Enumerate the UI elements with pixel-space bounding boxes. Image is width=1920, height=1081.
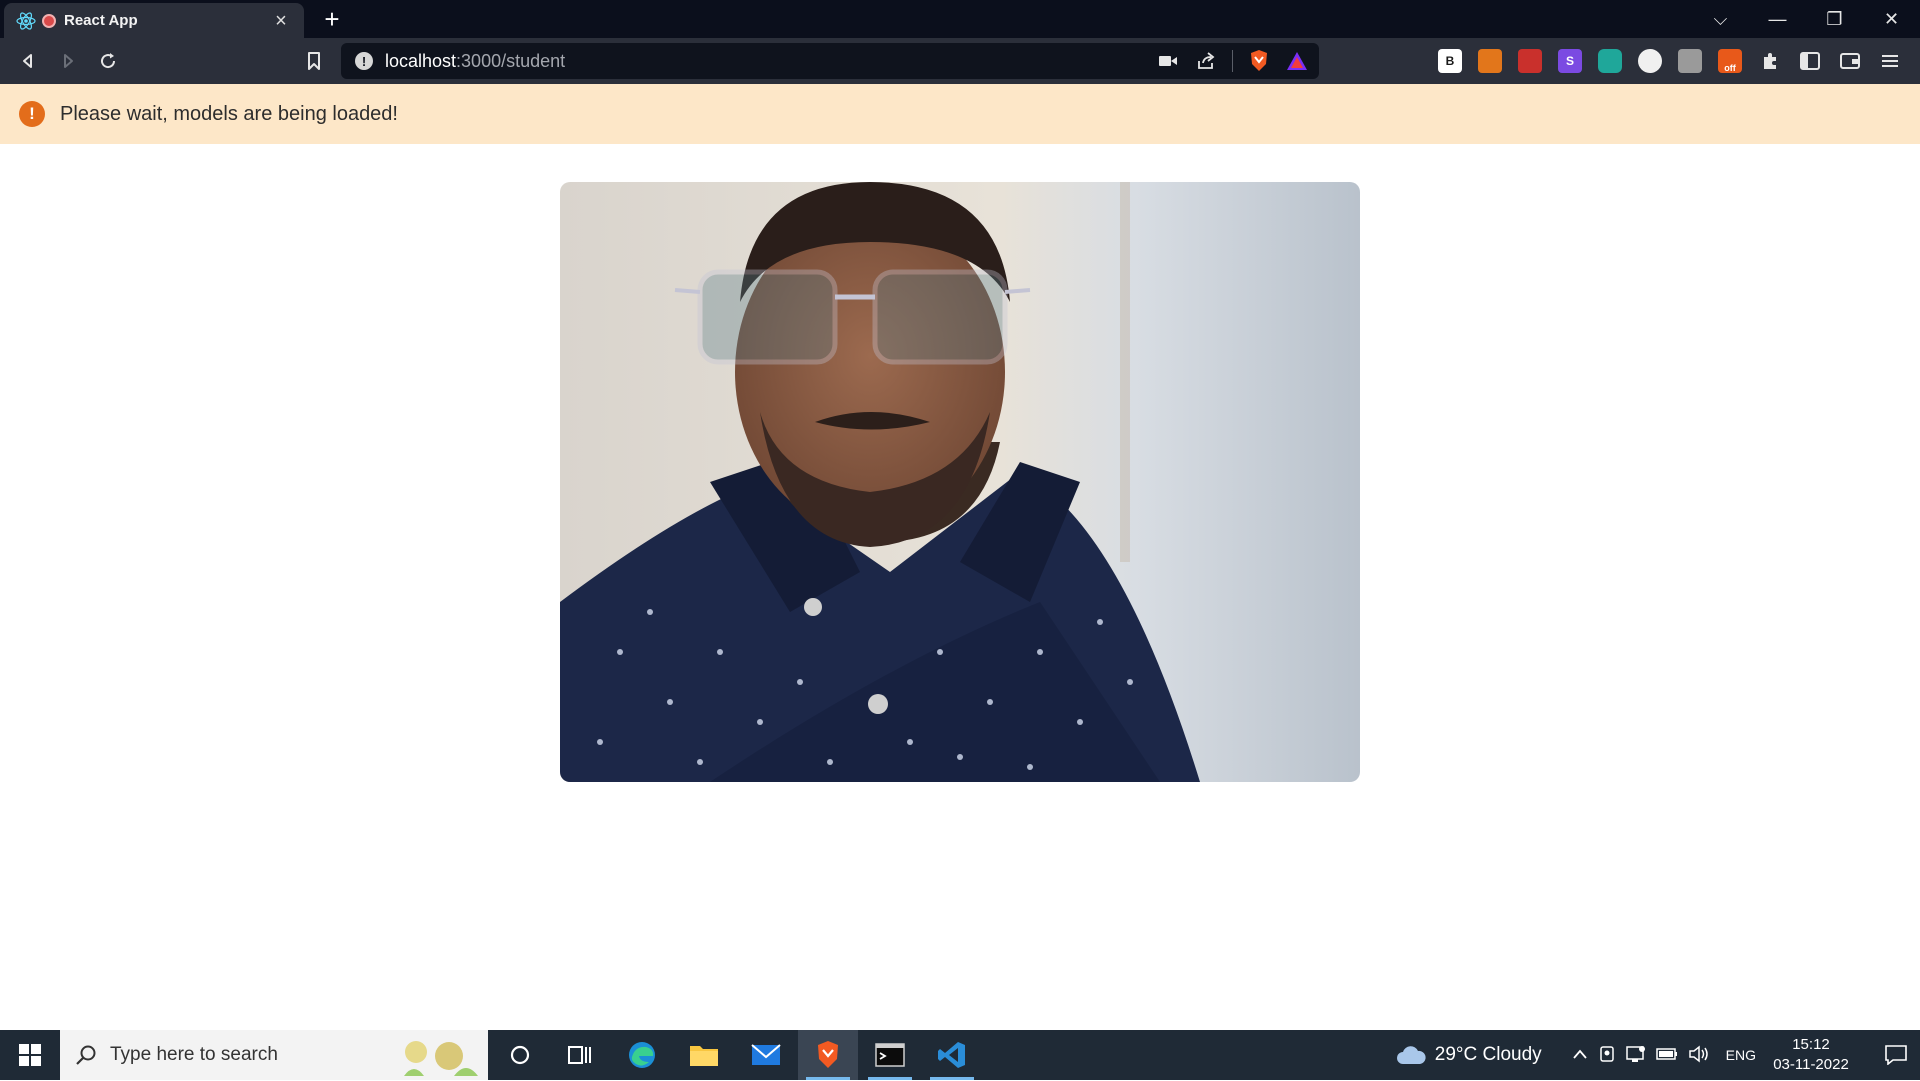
cloud-icon	[1396, 1046, 1426, 1064]
network-icon[interactable]	[1625, 1045, 1646, 1066]
start-button[interactable]	[0, 1030, 60, 1080]
brave-browser-app[interactable]	[798, 1030, 858, 1080]
recording-indicator-icon	[42, 13, 56, 28]
alert-message: Please wait, models are being loaded!	[60, 102, 398, 125]
terminal-app[interactable]	[860, 1030, 920, 1080]
task-view-icon	[568, 1046, 591, 1064]
tab-list-dropdown-icon[interactable]: ⌵	[1692, 0, 1749, 38]
new-tab-button[interactable]: +	[318, 6, 346, 34]
extensions-bar: B S off	[1430, 43, 1910, 79]
task-view-button[interactable]	[550, 1030, 610, 1080]
address-bar[interactable]: ! localhost :3000/student	[341, 43, 1319, 79]
taskbar-search-box[interactable]: Type here to search	[60, 1030, 488, 1080]
cortana-icon	[510, 1045, 530, 1065]
camera-in-use-icon[interactable]	[1156, 49, 1180, 73]
notification-center-button[interactable]	[1872, 1030, 1920, 1080]
react-logo-icon	[16, 11, 36, 31]
b-extension-icon[interactable]: B	[1438, 49, 1462, 73]
search-highlight-illustration-icon	[394, 1034, 480, 1076]
brave-rewards-icon[interactable]	[1285, 49, 1309, 73]
off-extension-icon[interactable]: off	[1718, 49, 1742, 73]
browser-tab[interactable]: React App ×	[4, 3, 304, 38]
bookmark-button[interactable]	[300, 47, 328, 75]
browser-tab-strip: React App × + ⌵ — ❐ ✕	[0, 0, 1920, 38]
share-icon[interactable]	[1194, 49, 1218, 73]
edge-icon	[629, 1042, 655, 1068]
sidebar-icon[interactable]	[1798, 49, 1822, 73]
mail-app[interactable]	[736, 1030, 796, 1080]
windows-logo-icon	[19, 1044, 41, 1066]
bookmark-icon	[308, 52, 320, 70]
back-icon	[23, 54, 32, 68]
reload-icon	[101, 53, 116, 69]
weather-text: 29°C Cloudy	[1434, 1044, 1542, 1065]
menu-icon[interactable]	[1878, 49, 1902, 73]
cortana-button[interactable]	[490, 1030, 550, 1080]
clock-date: 03-11-2022	[1773, 1056, 1849, 1073]
webcam-video-feed	[560, 182, 1360, 782]
tab-close-icon[interactable]: ×	[270, 11, 292, 31]
divider	[1232, 50, 1233, 72]
edge-app[interactable]	[612, 1030, 672, 1080]
clock[interactable]: 15:12 03-11-2022	[1770, 1035, 1852, 1075]
wallet-icon[interactable]	[1838, 49, 1862, 73]
restore-button[interactable]: ❐	[1806, 0, 1863, 38]
red-extension-icon[interactable]	[1518, 49, 1542, 73]
s-extension-icon[interactable]: S	[1558, 49, 1582, 73]
window-controls: ⌵ — ❐ ✕	[1692, 0, 1920, 38]
search-icon	[74, 1043, 98, 1067]
vscode-app[interactable]	[922, 1030, 982, 1080]
search-placeholder: Type here to search	[110, 1044, 278, 1065]
browser-toolbar: ! localhost :3000/student B S off	[0, 38, 1920, 84]
address-bar-actions	[1156, 49, 1309, 73]
file-explorer-app[interactable]	[674, 1030, 734, 1080]
close-window-button[interactable]: ✕	[1863, 0, 1920, 38]
mail-icon	[751, 1044, 781, 1065]
folder-icon	[690, 1046, 718, 1066]
volume-icon[interactable]	[1688, 1044, 1710, 1066]
terminal-icon	[875, 1043, 905, 1067]
battery-icon[interactable]	[1655, 1047, 1678, 1063]
reload-button[interactable]	[94, 47, 122, 75]
brave-icon	[818, 1041, 838, 1068]
loading-alert-banner: ! Please wait, models are being loaded!	[0, 84, 1920, 144]
url-path: :3000/student	[456, 50, 566, 71]
puzzle-extensions-icon[interactable]	[1758, 49, 1782, 73]
tab-title: React App	[64, 12, 138, 29]
minimize-button[interactable]: —	[1749, 0, 1806, 38]
language-indicator[interactable]: ENG	[1726, 1047, 1756, 1063]
show-hidden-icons-chevron-icon[interactable]	[1572, 1047, 1588, 1063]
clock-time: 15:12	[1792, 1036, 1830, 1053]
weather-widget[interactable]: 29°C Cloudy	[1395, 1044, 1542, 1066]
webcam-frame-image	[560, 182, 1360, 782]
back-button[interactable]	[14, 47, 42, 75]
brave-shields-icon[interactable]	[1247, 49, 1271, 73]
site-info-icon[interactable]: !	[355, 52, 373, 70]
system-tray: 29°C Cloudy ENG 15:12 03-11-2022	[1395, 1030, 1920, 1080]
metamask-icon[interactable]	[1478, 49, 1502, 73]
vscode-icon	[938, 1042, 965, 1068]
forward-button[interactable]	[54, 47, 82, 75]
windows-taskbar: Type here to search 29°C Cloudy ENG 15:1…	[0, 1030, 1920, 1080]
teal-extension-icon[interactable]	[1598, 49, 1622, 73]
tray-icons: ENG	[1572, 1044, 1756, 1066]
forward-icon	[64, 54, 73, 68]
url-host: localhost	[385, 50, 457, 71]
meet-now-icon[interactable]	[1598, 1045, 1616, 1066]
grey-extension-icon[interactable]	[1678, 49, 1702, 73]
warning-icon: !	[19, 101, 45, 127]
circle-extension-icon[interactable]	[1638, 49, 1662, 73]
notification-icon	[1885, 1045, 1907, 1065]
